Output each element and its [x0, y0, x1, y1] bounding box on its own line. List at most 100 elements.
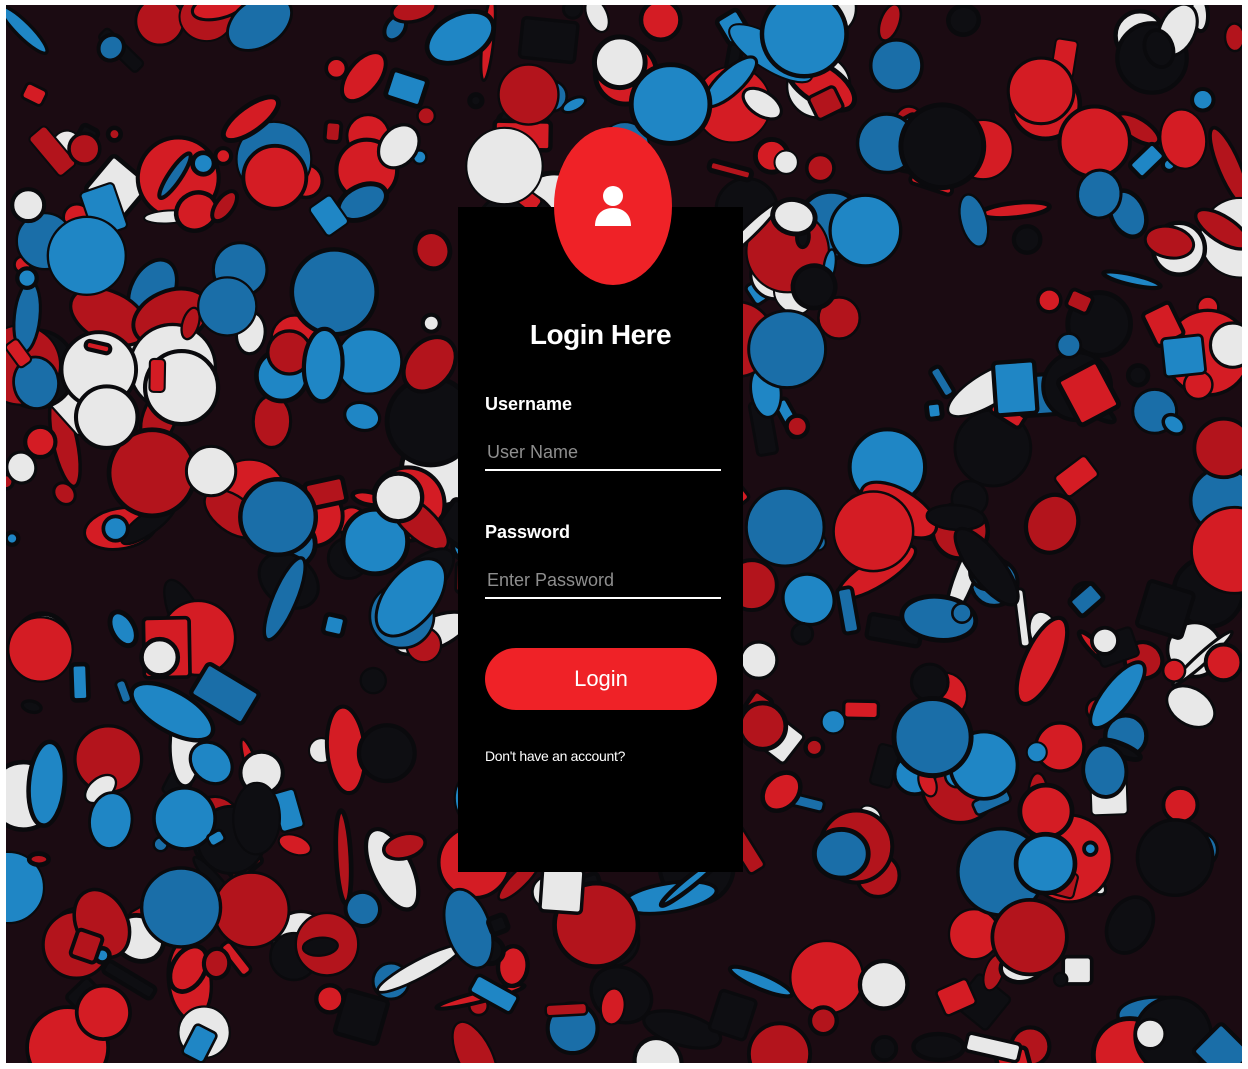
doodle-shape [737, 700, 789, 752]
doodle-shape [744, 486, 826, 568]
login-card: Login Here Username Password Login Don't… [458, 207, 743, 872]
doodle-shape [1017, 782, 1075, 840]
doodle-shape [324, 56, 349, 81]
doodle-shape [1090, 625, 1120, 656]
doodle-shape [747, 309, 828, 390]
doodle-shape [152, 786, 217, 851]
doodle-shape [1011, 224, 1043, 255]
doodle-shape [561, 5, 584, 20]
doodle-shape [1036, 287, 1063, 314]
doodle-shape [1025, 741, 1048, 764]
doodle-shape [738, 640, 779, 680]
doodle-shape [1052, 971, 1069, 988]
doodle-shape [804, 152, 836, 184]
doodle-shape [497, 63, 560, 126]
doodle-shape [23, 424, 58, 460]
doodle-shape [335, 327, 403, 396]
doodle-shape [517, 15, 580, 65]
doodle-shape [197, 276, 258, 337]
doodle-shape [10, 187, 47, 224]
doodle-shape [238, 476, 319, 557]
doodle-shape [1057, 104, 1132, 179]
doodle-shape [184, 444, 238, 498]
doodle-shape [420, 312, 442, 334]
doodle-shape [638, 5, 683, 42]
doodle-shape [15, 266, 39, 290]
doodle-shape [213, 146, 234, 166]
doodle-shape [465, 126, 544, 206]
doodle-shape [1161, 658, 1187, 683]
doodle-shape [1082, 840, 1099, 857]
doodle-shape [46, 215, 127, 296]
doodle-shape [486, 912, 511, 937]
doodle-shape [784, 413, 811, 440]
doodle-shape [832, 490, 915, 573]
doodle-shape [314, 983, 346, 1015]
doodle-shape [289, 247, 379, 337]
doodle-shape [828, 193, 903, 268]
doodle-shape [6, 530, 21, 547]
doodle-shape [628, 62, 713, 146]
password-input[interactable] [485, 563, 721, 599]
username-label: Username [485, 394, 573, 414]
avatar [554, 127, 672, 285]
doodle-shape [139, 866, 223, 949]
doodle-shape [241, 143, 309, 211]
doodle-shape [1190, 86, 1216, 113]
doodle-shape [898, 102, 987, 191]
doodle-shape [1125, 363, 1151, 388]
doodle-shape [1134, 1017, 1167, 1051]
user-icon [595, 186, 631, 226]
doodle-shape [372, 471, 425, 524]
doodle-shape [201, 946, 232, 981]
doodle-shape [467, 92, 485, 110]
doodle-shape [232, 781, 282, 856]
doodle-shape [1160, 333, 1207, 379]
doodle-shape [105, 125, 124, 143]
doodle-shape [951, 602, 973, 624]
page-frame: Login Here Username Password Login Don't… [6, 5, 1242, 1063]
doodle-shape [7, 615, 74, 683]
doodle-shape [811, 826, 871, 881]
doodle-shape [868, 38, 924, 93]
doodle-shape [803, 736, 826, 759]
doodle-shape [67, 131, 102, 166]
login-button[interactable]: Login [485, 648, 717, 710]
doodle-shape [1223, 22, 1242, 53]
signup-link[interactable]: Don't have an account? [485, 748, 625, 764]
doodle-shape [301, 326, 345, 404]
doodle-shape [1161, 786, 1200, 824]
doodle-shape [1135, 818, 1215, 898]
doodle-shape [1013, 831, 1078, 896]
doodle-shape [891, 696, 974, 779]
doodle-shape [1006, 56, 1076, 126]
doodle-shape [990, 898, 1069, 977]
password-label: Password [485, 522, 571, 542]
doodle-shape [842, 699, 881, 721]
doodle-shape [923, 399, 945, 422]
doodle-shape [773, 149, 799, 175]
username-input[interactable] [485, 435, 721, 471]
doodle-shape [1203, 642, 1242, 683]
doodle-shape [870, 1034, 899, 1063]
doodle-shape [1055, 332, 1083, 359]
doodle-shape [857, 958, 910, 1011]
doodle-shape [820, 708, 847, 735]
doodle-shape [909, 662, 950, 703]
doodle-shape [790, 621, 815, 646]
doodle-shape [416, 105, 437, 126]
doodle-shape [73, 384, 140, 450]
doodle-shape [139, 636, 181, 678]
doodle-shape [990, 358, 1040, 418]
doodle-shape [212, 870, 291, 949]
doodle-shape [759, 5, 849, 79]
doodle-shape [148, 357, 167, 394]
doodle-shape [190, 150, 217, 177]
doodle-shape [68, 661, 91, 703]
doodle-shape [807, 1005, 839, 1037]
doodle-shape [322, 119, 344, 144]
doodle-shape [1208, 321, 1242, 369]
doodle-shape [911, 1031, 966, 1063]
doodle-shape [26, 851, 51, 868]
doodle-shape [544, 1001, 589, 1018]
